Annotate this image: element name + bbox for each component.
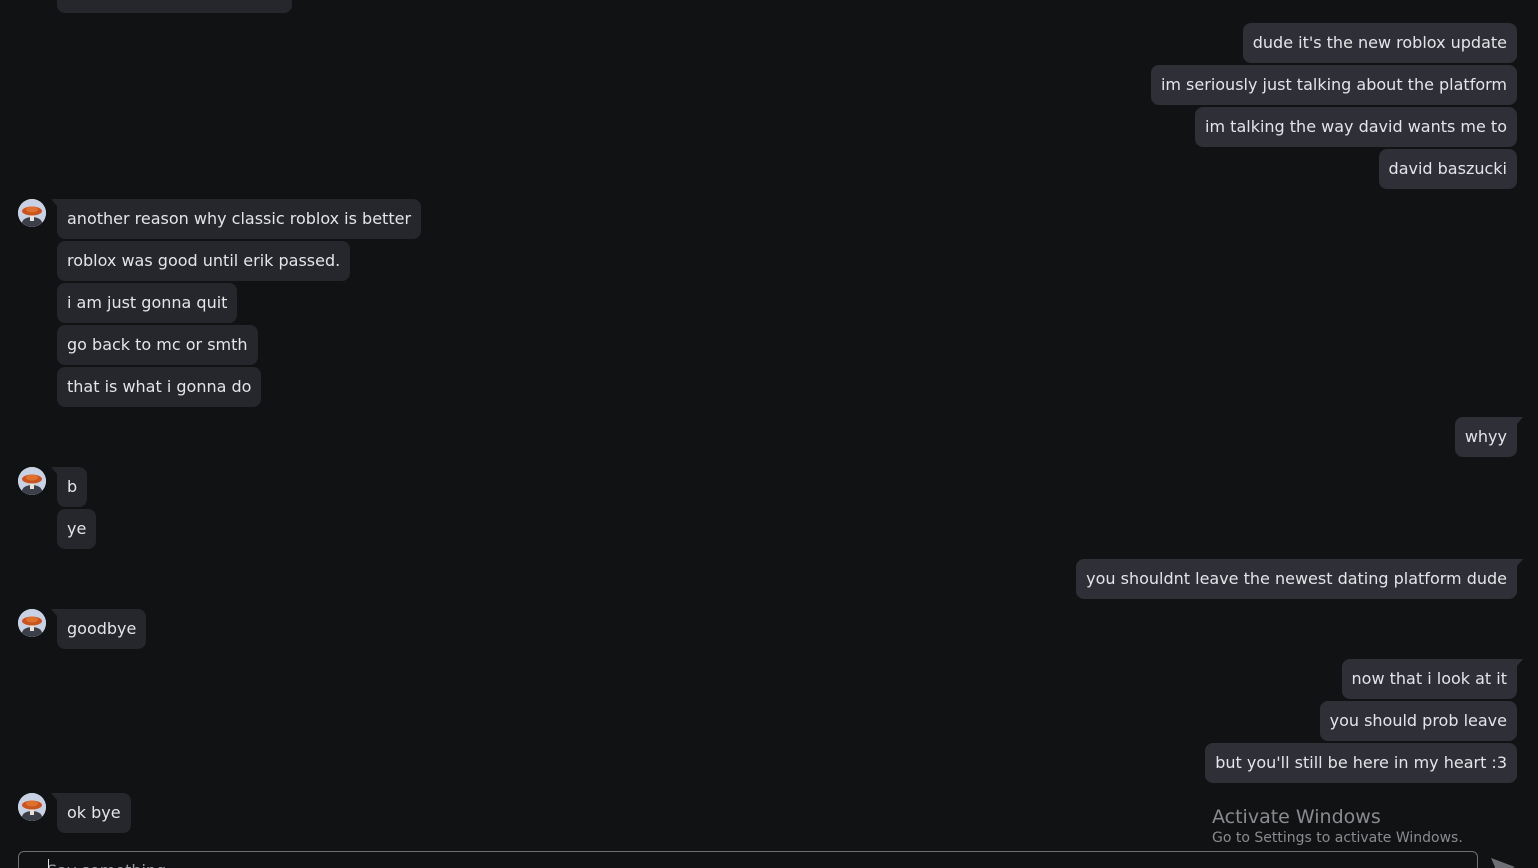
watermark-subtitle: Go to Settings to activate Windows. (1212, 829, 1463, 846)
message-bubble-outgoing: you shouldnt leave the newest dating pla… (1076, 559, 1523, 599)
message-bubble-outgoing: now that i look at it (1341, 659, 1524, 699)
send-button[interactable] (1490, 856, 1516, 868)
message-composer (18, 851, 1478, 868)
user-avatar[interactable] (18, 609, 46, 637)
message-bubble-outgoing: im seriously just talking about the plat… (1150, 65, 1517, 105)
text-caret (48, 859, 49, 868)
message-bubble-outgoing: you should prob leave (1319, 701, 1517, 741)
message-bubble-incoming: ye (57, 509, 97, 549)
message-bubble-incoming: another reason why classic roblox is bet… (50, 199, 422, 239)
message-bubble-outgoing: dude it's the new roblox update (1242, 23, 1517, 63)
send-icon (1491, 858, 1515, 868)
message-bubble-incoming: ok bye (51, 793, 131, 833)
message-bubble-incoming: goodbye (50, 609, 147, 649)
activate-windows-watermark: Activate Windows Go to Settings to activ… (1212, 806, 1463, 847)
message-bubble-incoming: i am just gonna quit (57, 283, 238, 323)
watermark-title: Activate Windows (1212, 806, 1381, 828)
message-bubble-incoming: b (50, 467, 88, 507)
message-input[interactable] (47, 858, 1447, 868)
chat-thread: dude it's the new roblox update im serio… (0, 0, 1538, 868)
message-bubble-clipped (57, 0, 292, 13)
message-bubble-outgoing: david baszucki (1378, 149, 1517, 189)
user-avatar[interactable] (18, 199, 46, 227)
user-avatar[interactable] (18, 793, 46, 821)
message-bubble-incoming: go back to mc or smth (57, 325, 258, 365)
message-bubble-outgoing: whyy (1454, 417, 1524, 457)
message-bubble-outgoing: but you'll still be here in my heart :3 (1205, 743, 1517, 783)
user-avatar[interactable] (18, 467, 46, 495)
message-bubble-incoming: roblox was good until erik passed. (57, 241, 351, 281)
message-bubble-incoming: that is what i gonna do (57, 367, 262, 407)
message-bubble-outgoing: im talking the way david wants me to (1195, 107, 1517, 147)
